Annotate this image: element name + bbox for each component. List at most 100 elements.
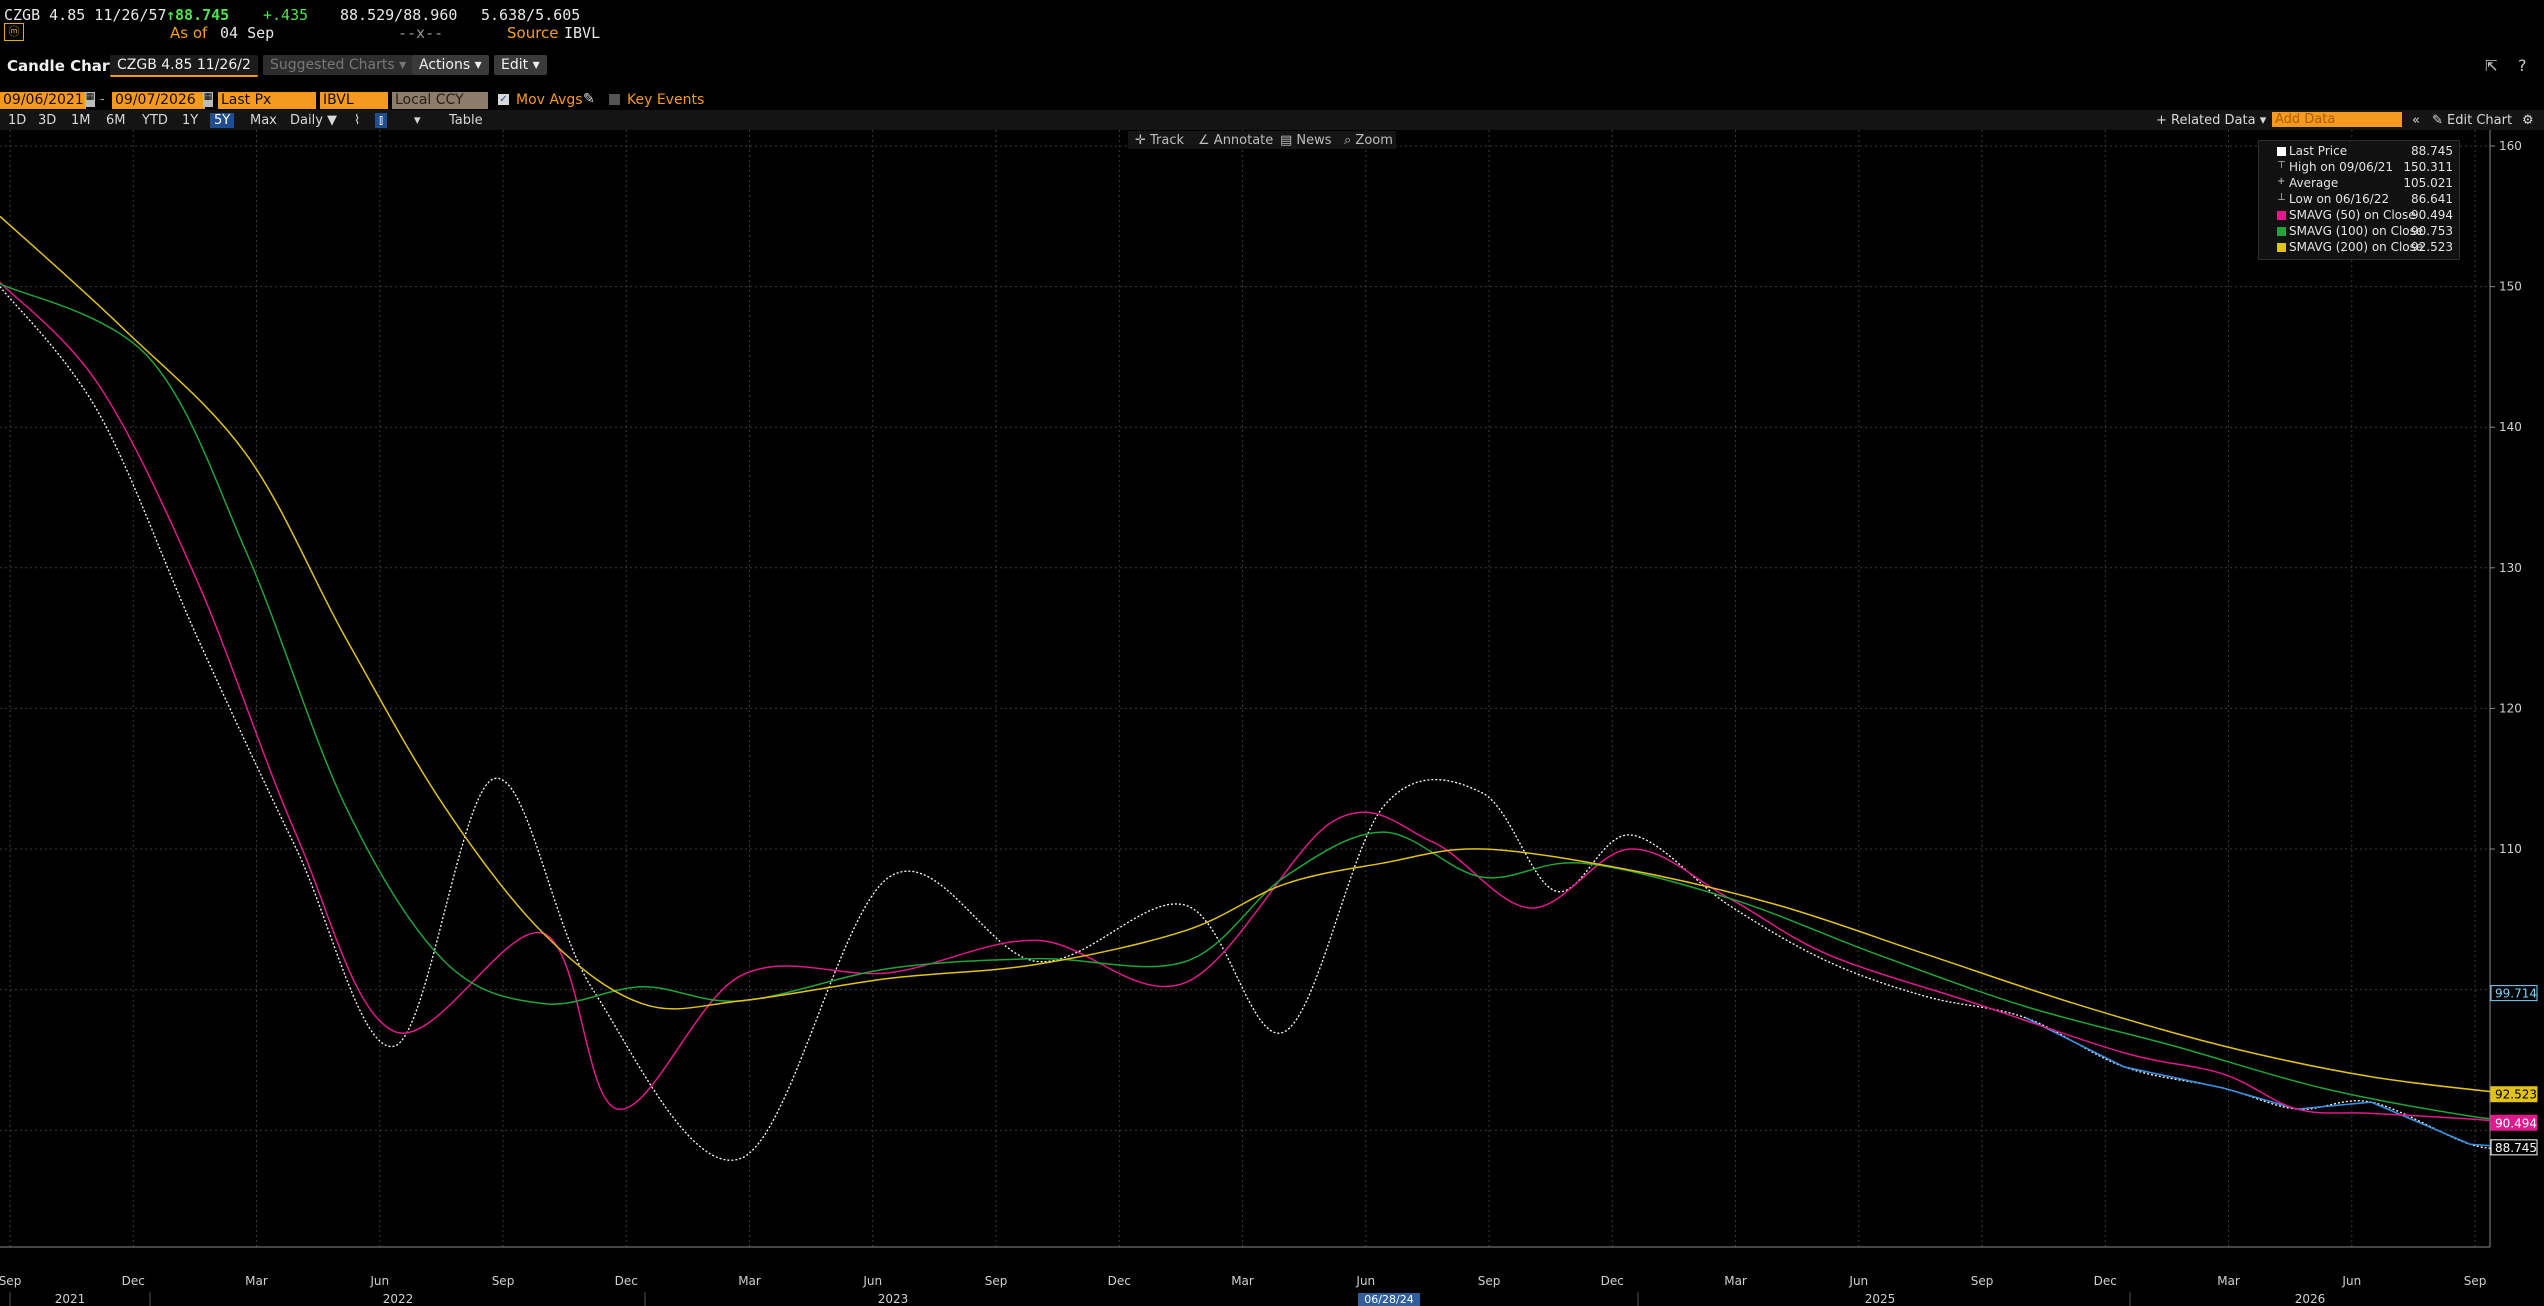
source-selector[interactable]: IBVL bbox=[320, 92, 388, 109]
axis-price-tag-label: 90.494 bbox=[2495, 1116, 2537, 1130]
x-year-label: 2026 bbox=[2295, 1292, 2326, 1306]
average-marker-icon: + bbox=[2277, 176, 2286, 187]
table-button[interactable]: Table bbox=[445, 113, 487, 128]
x-tick-label: Dec bbox=[1601, 1274, 1624, 1288]
legend-swatch bbox=[2277, 147, 2286, 156]
legend-row: + Average 105.021 bbox=[2259, 176, 2459, 192]
x-tick-label: Mar bbox=[1724, 1274, 1747, 1288]
candle-chart-icon[interactable]: ⫾ bbox=[375, 113, 388, 128]
x-tick-label: Sep bbox=[985, 1274, 1008, 1288]
x-tick-label: Sep bbox=[2464, 1274, 2487, 1288]
x-highlight-label: 06/28/24 bbox=[1364, 1293, 1413, 1306]
add-data-input[interactable]: Add Data bbox=[2272, 112, 2402, 127]
period-1m[interactable]: 1M bbox=[67, 113, 95, 128]
yield-bid-ask: 5.638/5.605 bbox=[481, 6, 581, 24]
gear-icon[interactable]: ⚙ bbox=[2518, 113, 2538, 128]
legend-label: Low on 06/16/22 bbox=[2289, 192, 2390, 206]
checkbox-icon[interactable]: ✓ bbox=[498, 94, 509, 105]
end-date-field[interactable]: 09/07/2026 bbox=[112, 92, 205, 109]
y-tick-label: 160 bbox=[2499, 139, 2522, 153]
double-chevron-icon[interactable]: « bbox=[2408, 113, 2424, 128]
axis-price-tag-label: 88.745 bbox=[2495, 1141, 2537, 1155]
line-chart-icon[interactable]: ⌇ bbox=[350, 113, 364, 128]
suggested-charts-button[interactable]: Suggested Charts ▾ bbox=[263, 55, 414, 75]
x-tick-label: Mar bbox=[2217, 1274, 2240, 1288]
series-line-smavg-100- bbox=[0, 283, 2520, 1121]
x-year-label: 2021 bbox=[55, 1292, 86, 1306]
frequency-label: Daily bbox=[290, 113, 323, 128]
period-5y[interactable]: 5Y bbox=[210, 113, 235, 128]
pencil-icon[interactable]: ✎ bbox=[583, 91, 595, 107]
legend-swatch bbox=[2277, 211, 2286, 220]
as-of-date: 04 Sep bbox=[220, 24, 275, 42]
frequency-selector[interactable]: Daily ▼ bbox=[286, 113, 341, 128]
price-chart[interactable]: Sep Dec Mar Jun Sep Dec Mar Jun Sep Dec Mar Jun Sep D… bbox=[0, 130, 2544, 1306]
x-tick-label: Mar bbox=[738, 1274, 761, 1288]
dashes: --x-- bbox=[398, 24, 444, 42]
popout-icon[interactable]: ⇱ bbox=[2485, 57, 2498, 75]
news-tool[interactable]: ▤ News bbox=[1280, 133, 1332, 148]
checkbox-icon[interactable] bbox=[609, 94, 620, 105]
x-tick-label: Sep bbox=[1971, 1274, 1994, 1288]
edit-chart-button[interactable]: ✎ Edit Chart bbox=[2428, 113, 2516, 128]
legend-value: 86.641 bbox=[2411, 192, 2453, 206]
field-selector[interactable]: Last Px bbox=[218, 92, 316, 109]
legend-swatch bbox=[2277, 243, 2286, 252]
calendar-icon[interactable]: ▦ bbox=[85, 92, 95, 107]
zoom-tool[interactable]: ⌕ Zoom bbox=[1344, 133, 1393, 148]
legend-label: High on 09/06/21 bbox=[2289, 160, 2394, 174]
related-data-label: Related Data bbox=[2171, 113, 2256, 128]
dropdown-indicator-icon[interactable]: ⓜ bbox=[4, 23, 24, 41]
series-line-recent-price bbox=[2025, 1017, 2520, 1149]
track-tool[interactable]: ✛ Track bbox=[1135, 133, 1184, 148]
period-6m[interactable]: 6M bbox=[102, 113, 130, 128]
period-ytd[interactable]: YTD bbox=[138, 113, 172, 128]
more-menu-icon[interactable]: ▾ bbox=[410, 113, 425, 128]
calendar-icon[interactable]: ▦ bbox=[203, 92, 213, 107]
x-tick-label: Dec bbox=[1108, 1274, 1131, 1288]
x-tick-label: Sep bbox=[0, 1274, 21, 1288]
x-year-label: 2023 bbox=[878, 1292, 909, 1306]
period-1y[interactable]: 1Y bbox=[178, 113, 202, 128]
security-tab[interactable]: CZGB 4.85 11/26/2 bbox=[110, 55, 258, 77]
annotate-tool[interactable]: ∠ Annotate bbox=[1198, 133, 1273, 148]
actions-label: Actions bbox=[419, 57, 471, 73]
edit-button[interactable]: Edit ▾ bbox=[494, 55, 547, 75]
x-tick-label: Mar bbox=[245, 1274, 268, 1288]
edit-chart-label: Edit Chart bbox=[2447, 113, 2513, 128]
ticker-label: CZGB 4.85 11/26/57 bbox=[4, 6, 167, 24]
start-date-field[interactable]: 09/06/2021 bbox=[0, 92, 86, 109]
legend-row: SMAVG (50) on Close 90.494 bbox=[2259, 208, 2459, 224]
period-3d[interactable]: 3D bbox=[34, 113, 60, 128]
x-year-label: 2022 bbox=[383, 1292, 414, 1306]
legend-value: 150.311 bbox=[2403, 160, 2453, 174]
last-price-value: 88.745 bbox=[175, 6, 230, 24]
y-tick-label: 110 bbox=[2499, 842, 2522, 856]
source-label: Source bbox=[507, 24, 559, 42]
low-marker-icon: ⊥ bbox=[2277, 192, 2286, 203]
x-tick-label: Jun bbox=[369, 1274, 389, 1288]
annotate-label: Annotate bbox=[1213, 133, 1274, 148]
y-tick-label: 120 bbox=[2499, 701, 2522, 715]
period-1d[interactable]: 1D bbox=[4, 113, 30, 128]
x-tick-label: Dec bbox=[122, 1274, 145, 1288]
period-max[interactable]: Max bbox=[246, 113, 281, 128]
zoom-label: Zoom bbox=[1355, 133, 1393, 148]
series-line-last-price bbox=[0, 286, 2520, 1161]
suggested-charts-label: Suggested Charts bbox=[270, 57, 395, 73]
legend-row: Last Price 88.745 bbox=[2259, 144, 2459, 160]
as-of-label: As of bbox=[170, 24, 208, 42]
legend-label: Last Price bbox=[2289, 144, 2348, 158]
page-title: Candle Chart bbox=[7, 57, 117, 75]
legend-label: SMAVG (100) on Close bbox=[2289, 224, 2424, 238]
x-tick-label: Dec bbox=[2094, 1274, 2117, 1288]
legend-value: 90.753 bbox=[2411, 224, 2453, 238]
x-tick-label: Sep bbox=[1478, 1274, 1501, 1288]
help-icon[interactable]: ? bbox=[2518, 56, 2527, 75]
actions-button[interactable]: Actions ▾ bbox=[412, 55, 489, 75]
related-data-button[interactable]: + Related Data ▾ bbox=[2152, 113, 2270, 128]
y-tick-label: 130 bbox=[2499, 561, 2522, 575]
currency-selector[interactable]: Local CCY bbox=[392, 92, 488, 109]
chart-legend: Last Price 88.745 ⊤ High on 09/06/21 150.31… bbox=[2258, 140, 2460, 260]
x-tick-label: Jun bbox=[2341, 1274, 2361, 1288]
